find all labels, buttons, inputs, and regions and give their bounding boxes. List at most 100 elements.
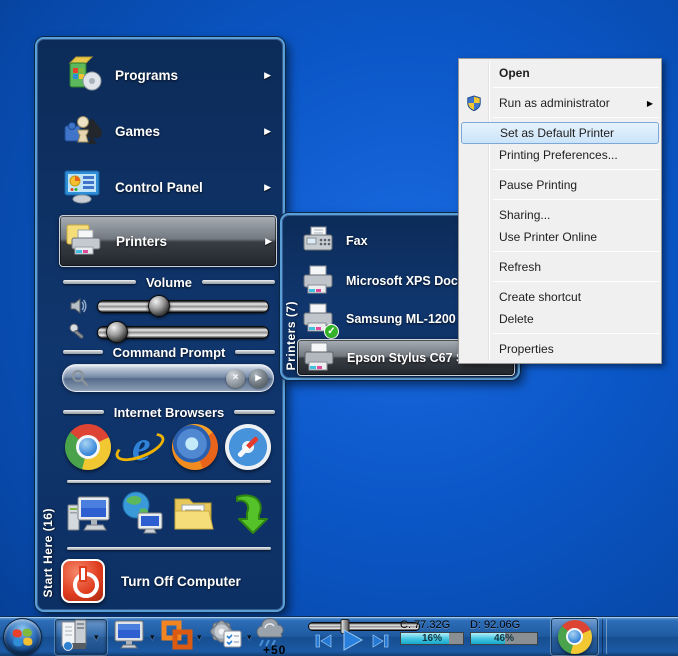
- section-title: Volume: [146, 274, 192, 290]
- dropdown-arrow-icon[interactable]: ▾: [94, 632, 99, 643]
- mic-volume-slider[interactable]: [97, 320, 269, 343]
- submenu-item-label: Fax: [346, 234, 368, 248]
- header-rule: [202, 280, 275, 284]
- speaker-icon: [67, 296, 89, 316]
- command-prompt-search-input[interactable]: [95, 371, 222, 385]
- context-menu-item-label: Printing Preferences...: [499, 148, 618, 162]
- context-menu-item-refresh[interactable]: Refresh: [459, 256, 661, 278]
- uac-shield-icon: [466, 95, 482, 114]
- documents-folder-icon[interactable]: [170, 489, 218, 542]
- context-menu-item-open[interactable]: Open: [459, 62, 661, 84]
- menu-separator: [493, 251, 659, 252]
- taskbar-chrome-button[interactable]: [551, 618, 598, 655]
- speaker-volume-slider-row: [67, 293, 275, 319]
- context-menu-item-sharing[interactable]: Sharing...: [459, 204, 661, 226]
- dropdown-arrow-icon[interactable]: ▾: [197, 632, 202, 643]
- menu-item-games[interactable]: Games ▶: [61, 107, 275, 155]
- context-menu-item-run-as-administrator[interactable]: Run as administrator ▶: [459, 92, 661, 114]
- chevron-right-icon: ▶: [265, 235, 272, 246]
- header-rule: [63, 410, 104, 414]
- disk-c-percent: 16%: [421, 633, 442, 644]
- context-menu-item-delete[interactable]: Delete: [459, 308, 661, 330]
- menu-item-control-panel[interactable]: Control Panel ▶: [61, 163, 275, 211]
- media-previous-button[interactable]: [314, 633, 332, 649]
- context-menu-item-label: Pause Printing: [499, 178, 578, 192]
- safari-icon[interactable]: [224, 424, 271, 470]
- context-menu-item-properties[interactable]: Properties: [459, 338, 661, 360]
- context-menu-item-set-as-default-printer[interactable]: Set as Default Printer: [461, 122, 659, 144]
- shortcut-icons-row: [61, 489, 275, 541]
- taskbar-computer-toolbar-button[interactable]: ▾: [113, 619, 155, 655]
- submenu-item-label: Microsoft XPS Docum: [346, 274, 477, 288]
- fax-icon: [298, 225, 338, 257]
- speaker-volume-slider[interactable]: [97, 294, 269, 317]
- office-logo-icon: [160, 619, 194, 656]
- browser-icons-row: e: [61, 421, 275, 473]
- context-menu-item-label: Sharing...: [499, 208, 551, 222]
- pc-tower-icon: [59, 619, 91, 656]
- context-menu-item-label: Open: [499, 66, 530, 80]
- menu-separator: [493, 199, 659, 200]
- dropdown-arrow-icon[interactable]: ▾: [150, 632, 155, 643]
- menu-item-label: Printers: [116, 233, 168, 249]
- disk-c-label: C: 77.32G: [400, 619, 451, 631]
- volume-section-header: Volume: [63, 273, 275, 291]
- printers-folder-icon: [62, 219, 106, 263]
- desktop: Start Here (16) Programs ▶ Games ▶ Contr…: [0, 0, 678, 656]
- disk-d-usage-bar: 46%: [470, 632, 538, 645]
- menu-separator: [493, 87, 659, 88]
- network-places-icon[interactable]: [118, 489, 166, 542]
- printer-context-menu: Open Run as administrator ▶ Set as Defau…: [458, 58, 662, 364]
- media-play-button[interactable]: [340, 628, 364, 652]
- context-menu-item-label: Use Printer Online: [499, 230, 598, 244]
- turn-off-computer-item[interactable]: Turn Off Computer: [61, 555, 275, 607]
- run-command-button[interactable]: ▶: [249, 368, 268, 388]
- submenu-arrow-icon: ▶: [646, 98, 653, 108]
- download-arrow-icon[interactable]: [223, 489, 271, 542]
- media-next-button[interactable]: [372, 633, 390, 649]
- section-title: Command Prompt: [112, 344, 226, 360]
- internet-explorer-icon[interactable]: e: [112, 424, 169, 470]
- menu-item-programs[interactable]: Programs ▶: [61, 51, 275, 99]
- context-menu-item-use-printer-online[interactable]: Use Printer Online: [459, 226, 661, 248]
- microphone-icon: [67, 322, 89, 342]
- windows-logo-icon: [12, 627, 33, 647]
- menu-separator: [493, 281, 659, 282]
- default-printer-check-icon: ✓: [324, 324, 339, 339]
- context-menu-item-label: Properties: [499, 342, 554, 356]
- firefox-icon[interactable]: [171, 424, 218, 470]
- context-menu-item-pause-printing[interactable]: Pause Printing: [459, 174, 661, 196]
- taskbar: ▾ ▾ ▾ ▾ +50 C: 77.32G 16% D: 92.06G 46%: [0, 616, 678, 656]
- weather-temperature-badge: +50: [263, 643, 287, 656]
- programs-icon: [61, 53, 105, 97]
- slider-knob[interactable]: [105, 320, 128, 343]
- context-menu-item-create-shortcut[interactable]: Create shortcut: [459, 286, 661, 308]
- printers-submenu-vertical-label: Printers (7): [284, 300, 298, 370]
- disk-d-gauge: D: 92.06G 46%: [470, 619, 538, 645]
- printer-icon: [299, 342, 339, 374]
- clear-search-button[interactable]: ×: [226, 368, 245, 388]
- start-menu-vertical-label: Start Here (16): [41, 508, 55, 598]
- divider-rule: [67, 480, 271, 483]
- chevron-right-icon: ▶: [264, 181, 271, 192]
- gear-checklist-icon: [208, 618, 244, 656]
- menu-separator: [493, 117, 659, 118]
- chevron-right-icon: ▶: [264, 125, 271, 136]
- context-menu-item-printing-preferences[interactable]: Printing Preferences...: [459, 144, 661, 166]
- section-title: Internet Browsers: [113, 404, 225, 420]
- chrome-icon[interactable]: [65, 424, 111, 470]
- taskbar-tasks-toolbar-button[interactable]: ▾: [208, 619, 252, 655]
- menu-item-label: Games: [115, 123, 161, 139]
- slider-knob[interactable]: [148, 294, 171, 317]
- taskbar-start-here-toolbar-button[interactable]: ▾: [55, 619, 107, 655]
- menu-item-label: Control Panel: [115, 179, 203, 195]
- chrome-icon: [557, 619, 592, 654]
- menu-item-printers[interactable]: Printers ▶: [59, 215, 277, 267]
- taskbar-office-toolbar-button[interactable]: ▾: [160, 619, 202, 655]
- taskbar-divider-handle[interactable]: [602, 619, 607, 654]
- menu-item-label: Programs: [115, 67, 179, 83]
- command-prompt-section-header: Command Prompt: [63, 343, 276, 361]
- dropdown-arrow-icon[interactable]: ▾: [247, 632, 252, 643]
- my-computer-icon[interactable]: [65, 489, 113, 542]
- start-button[interactable]: [3, 618, 42, 656]
